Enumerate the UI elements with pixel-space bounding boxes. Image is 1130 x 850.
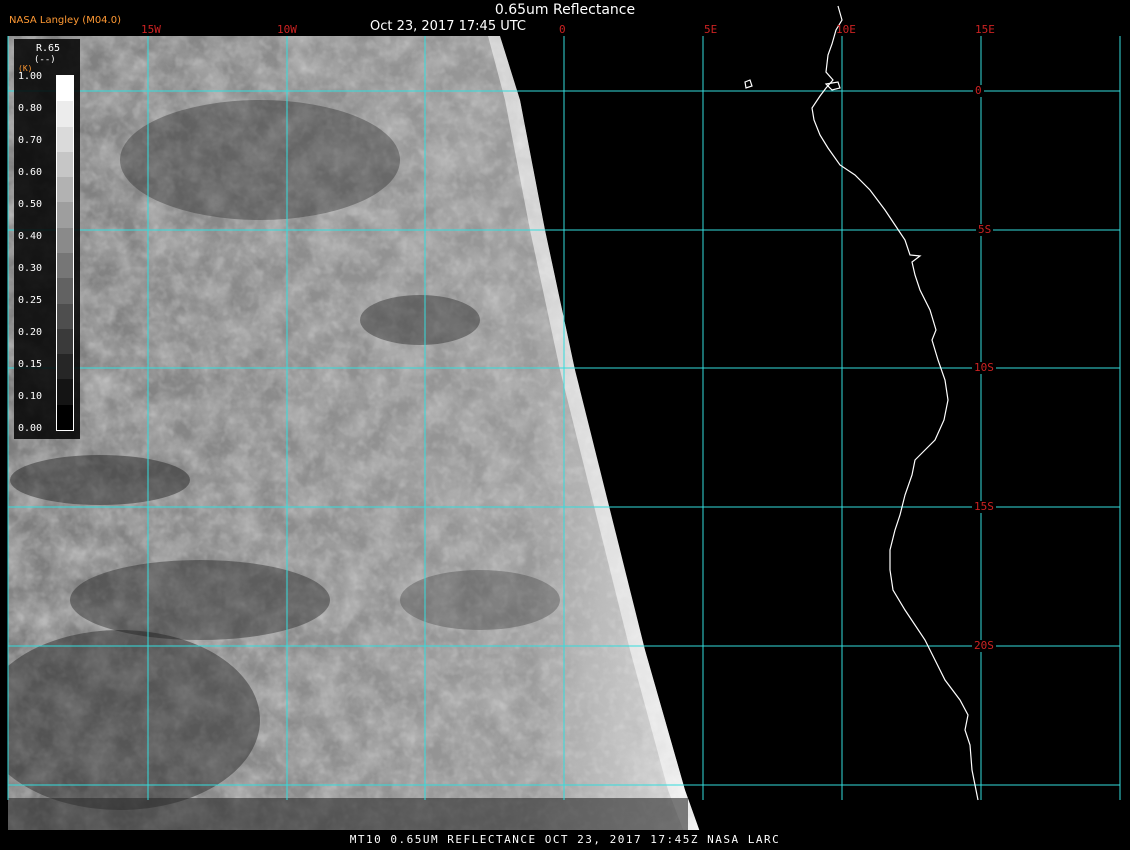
footer-caption: MT10 0.65UM REFLECTANCE OCT 23, 2017 17:… bbox=[0, 830, 1130, 850]
source-label: NASA Langley (M04.0) bbox=[9, 15, 121, 26]
colorbar-segment bbox=[57, 202, 73, 228]
colorbar-segment bbox=[57, 76, 73, 102]
colorbar-segment bbox=[57, 126, 73, 152]
colorbar-segment bbox=[57, 354, 73, 380]
colorbar-legend: R.65 (--) (K) 1.00 0.80 0.70 0.60 0.50 0.40 0.… bbox=[14, 39, 80, 439]
colorbar-tick-label: 0.10 bbox=[18, 391, 43, 402]
colorbar-tick-label: 0.80 bbox=[18, 103, 43, 114]
colorbar-segment bbox=[57, 227, 73, 254]
colorbar-tick-label: 1.00 bbox=[18, 71, 43, 82]
colorbar-segment bbox=[57, 379, 73, 405]
colorbar-tick-label: 0.40 bbox=[18, 231, 43, 242]
lon-label-5e: 5E bbox=[704, 23, 718, 36]
colorbar-tick-label: 0.20 bbox=[18, 327, 43, 338]
lon-label-10e: 10E bbox=[836, 23, 856, 36]
lat-label-5s: 5S bbox=[976, 223, 994, 236]
colorbar-tick-label: 0.60 bbox=[18, 167, 43, 178]
colorbar-segment bbox=[57, 177, 73, 203]
lon-label-15w: 15W bbox=[141, 23, 161, 36]
colorbar-segment bbox=[57, 303, 73, 329]
colorbar-tick-label: 0.50 bbox=[18, 199, 43, 210]
imagery-canvas bbox=[7, 5, 1121, 832]
colorbar-segment bbox=[57, 278, 73, 304]
colorbar-segment bbox=[57, 151, 73, 178]
colorbar-tick-label: 0.00 bbox=[18, 423, 43, 434]
lon-label-10w: 10W bbox=[277, 23, 297, 36]
colorbar-title: R.65 bbox=[36, 43, 61, 54]
lon-label-0: 0 bbox=[559, 23, 566, 36]
lat-label-10s: 10S bbox=[972, 361, 996, 374]
colorbar-tick-label: 0.15 bbox=[18, 359, 43, 370]
colorbar-tick-label: 0.30 bbox=[18, 263, 43, 274]
satellite-image-view: 0.65um Reflectance Oct 23, 2017 17:45 UT… bbox=[0, 0, 1130, 850]
lat-label-20s: 20S bbox=[972, 639, 996, 652]
colorbar-segment bbox=[57, 328, 73, 355]
lat-label-15s: 15S bbox=[972, 500, 996, 513]
image-title: 0.65um Reflectance bbox=[494, 2, 636, 18]
colorbar-tick-label: 0.25 bbox=[18, 295, 43, 306]
dayside-imagery bbox=[8, 36, 700, 832]
lon-label-15e: 15E bbox=[975, 23, 995, 36]
image-timestamp: Oct 23, 2017 17:45 UTC bbox=[370, 19, 526, 34]
colorbar-gradient bbox=[56, 75, 74, 431]
colorbar-tick-label: 0.70 bbox=[18, 135, 43, 146]
colorbar-segment bbox=[57, 404, 73, 430]
colorbar-segment bbox=[57, 253, 73, 279]
coastline bbox=[744, 5, 979, 801]
lat-label-0: 0 bbox=[973, 84, 984, 97]
colorbar-units: (--) bbox=[34, 55, 56, 65]
colorbar-segment bbox=[57, 101, 73, 127]
